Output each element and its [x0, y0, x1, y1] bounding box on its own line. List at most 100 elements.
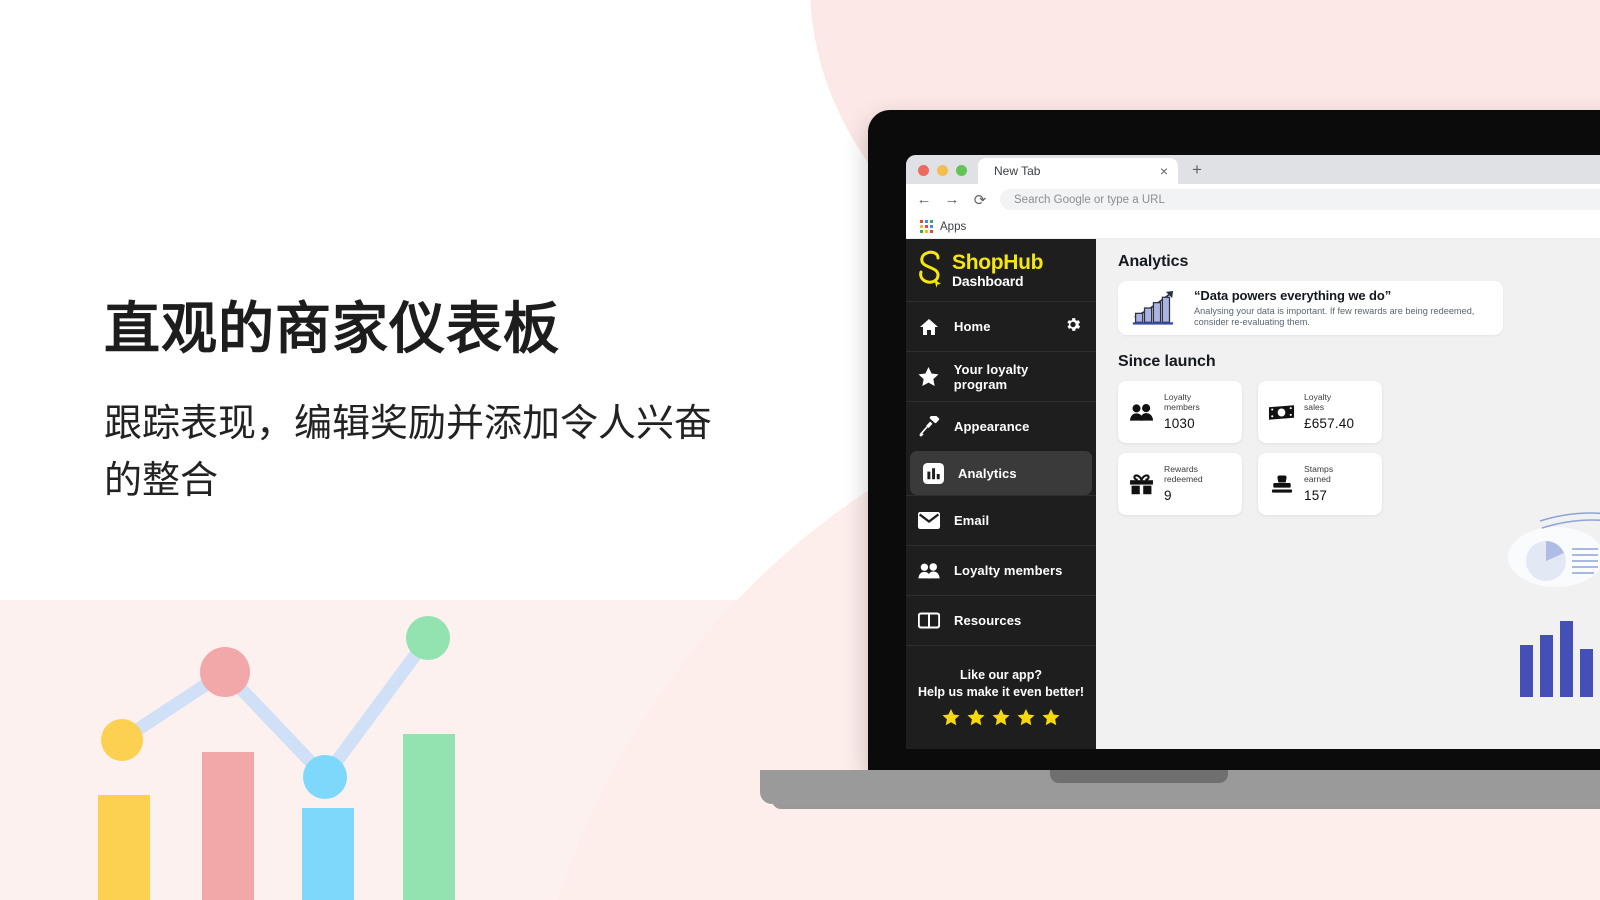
- decorative-bar-line-chart: [98, 616, 455, 900]
- tab-title: New Tab: [994, 164, 1041, 178]
- decor-point-3: [303, 755, 347, 799]
- browser-tab-strip: New Tab × +: [906, 155, 1600, 184]
- sidebar-item-label: Resources: [954, 613, 1022, 628]
- decor-bar-4: [403, 734, 455, 900]
- insight-banner: “Data powers everything we do” Analysing…: [1118, 281, 1503, 335]
- bar-chart-icon: [922, 463, 944, 484]
- since-launch-heading: Since launch: [1118, 353, 1216, 370]
- star-icon[interactable]: [1042, 709, 1060, 726]
- back-icon[interactable]: ←: [916, 191, 932, 208]
- browser-window: New Tab × + ← → ⟳ Search Google or type …: [906, 155, 1600, 749]
- decor-bar-1: [98, 795, 150, 900]
- stat-label-line1: Loyalty: [1304, 392, 1332, 403]
- reload-icon[interactable]: ⟳: [972, 191, 988, 209]
- banknote-icon: [1268, 404, 1295, 421]
- stat-label-line1: Stamps: [1304, 464, 1334, 475]
- stat-card-rewards-redeemed[interactable]: Rewards redeemed 9: [1118, 453, 1242, 515]
- stat-label-line1: Loyalty: [1164, 392, 1192, 403]
- analytics-heading: Analytics: [1118, 253, 1189, 270]
- stat-label-line2: members: [1164, 402, 1200, 412]
- shophub-logo-icon: [919, 250, 941, 288]
- person-illustration: [1508, 512, 1600, 697]
- stat-card-loyalty-members[interactable]: Loyalty members 1030: [1118, 381, 1242, 443]
- address-bar[interactable]: Search Google or type a URL: [1000, 189, 1600, 210]
- insight-heading: “Data powers everything we do”: [1194, 287, 1392, 303]
- close-window-button[interactable]: [918, 165, 929, 176]
- stat-label-line2: earned: [1304, 474, 1331, 484]
- apps-grid-icon[interactable]: [920, 220, 933, 233]
- growth-chart-icon: [1132, 291, 1174, 325]
- new-tab-button[interactable]: +: [1178, 160, 1212, 184]
- gift-icon: [1128, 473, 1155, 495]
- maximize-window-button[interactable]: [956, 165, 967, 176]
- sidebar-item-label: Appearance: [954, 419, 1030, 434]
- minimize-window-button[interactable]: [937, 165, 948, 176]
- rate-line-1: Like our app?: [960, 668, 1042, 682]
- star-icon[interactable]: [942, 709, 960, 726]
- stat-value: 157: [1304, 487, 1328, 503]
- sidebar-divider: [906, 645, 1096, 646]
- sidebar-item-your-loyalty-program[interactable]: Your loyalty program: [906, 351, 1096, 401]
- stat-card-stamps-earned[interactable]: Stamps earned 157: [1258, 453, 1382, 515]
- star-icon[interactable]: [992, 709, 1010, 726]
- book-icon: [918, 612, 940, 629]
- browser-toolbar: ← → ⟳ Search Google or type a URL: [906, 184, 1600, 215]
- stat-value: 1030: [1164, 415, 1195, 431]
- envelope-icon: [918, 512, 940, 529]
- window-controls[interactable]: [906, 165, 978, 184]
- rate-line-2: Help us make it even better!: [917, 685, 1085, 699]
- decor-point-2: [200, 647, 250, 697]
- app-logo[interactable]: ShopHub Dashboard: [906, 239, 1096, 301]
- gear-icon[interactable]: [1064, 315, 1082, 338]
- paint-roller-icon: [918, 416, 940, 437]
- star-icon[interactable]: [1017, 709, 1035, 726]
- sidebar: ShopHub Dashboard Home Your loyalty prog…: [906, 239, 1096, 749]
- logo-subtitle: Dashboard: [952, 273, 1024, 289]
- sidebar-item-label: Home: [954, 319, 991, 334]
- star-icon: [918, 366, 940, 387]
- star-icon[interactable]: [967, 709, 985, 726]
- star-rating[interactable]: [914, 709, 1088, 726]
- page-title: 直观的商家仪表板: [104, 297, 560, 360]
- people-icon: [1128, 403, 1155, 421]
- sidebar-item-label: Analytics: [958, 466, 1017, 481]
- sidebar-item-home[interactable]: Home: [906, 301, 1096, 351]
- people-icon: [918, 562, 940, 579]
- decor-bar-3: [302, 808, 354, 900]
- dashboard-app: ShopHub Dashboard Home Your loyalty prog…: [906, 239, 1600, 749]
- sidebar-item-appearance[interactable]: Appearance: [906, 401, 1096, 451]
- forward-icon[interactable]: →: [944, 191, 960, 208]
- browser-tab[interactable]: New Tab ×: [978, 158, 1178, 184]
- rate-app-box: Like our app? Help us make it even bette…: [906, 668, 1096, 726]
- sidebar-item-email[interactable]: Email: [906, 495, 1096, 545]
- hero-copy: 直观的商家仪表板 跟踪表现，编辑奖励并添加令人兴奋的整合: [104, 296, 764, 510]
- hero-subtitle: 跟踪表现，编辑奖励并添加令人兴奋的整合: [104, 403, 713, 503]
- decor-point-1: [101, 719, 143, 761]
- stat-label-line2: sales: [1304, 402, 1325, 412]
- stat-label-line1: Rewards: [1164, 464, 1198, 475]
- stat-value: 9: [1164, 487, 1172, 503]
- home-icon: [918, 318, 940, 336]
- sidebar-item-resources[interactable]: Resources: [906, 595, 1096, 645]
- sidebar-item-analytics[interactable]: Analytics: [910, 451, 1092, 495]
- close-icon[interactable]: ×: [1160, 163, 1168, 179]
- sidebar-item-loyalty-members[interactable]: Loyalty members: [906, 545, 1096, 595]
- stamp-icon: [1268, 474, 1295, 495]
- insight-body: Analysing your data is important. If few…: [1194, 305, 1475, 327]
- stat-card-loyalty-sales[interactable]: Loyalty sales £657.40: [1258, 381, 1382, 443]
- sidebar-item-label: Loyalty members: [954, 563, 1063, 578]
- sidebar-item-label: Your loyalty program: [953, 361, 1029, 392]
- laptop-base: [760, 770, 1600, 804]
- stat-value: £657.40: [1304, 415, 1355, 431]
- decor-line-series: [115, 631, 435, 784]
- decor-point-4: [406, 616, 450, 660]
- stat-label-line2: redeemed: [1164, 474, 1203, 484]
- bookmark-apps-label[interactable]: Apps: [940, 221, 966, 233]
- laptop-mockup: New Tab × + ← → ⟳ Search Google or type …: [760, 110, 1600, 809]
- logo-name: ShopHub: [952, 251, 1044, 274]
- slide-canvas: 直观的商家仪表板 跟踪表现，编辑奖励并添加令人兴奋的整合 New Tab × +…: [0, 0, 1600, 900]
- bookmarks-bar: Apps: [906, 215, 1600, 239]
- omnibox-placeholder: Search Google or type a URL: [1014, 193, 1165, 206]
- main-content: Analytics “Data powers everything we do”…: [1096, 239, 1600, 749]
- sidebar-item-label: Email: [954, 513, 990, 528]
